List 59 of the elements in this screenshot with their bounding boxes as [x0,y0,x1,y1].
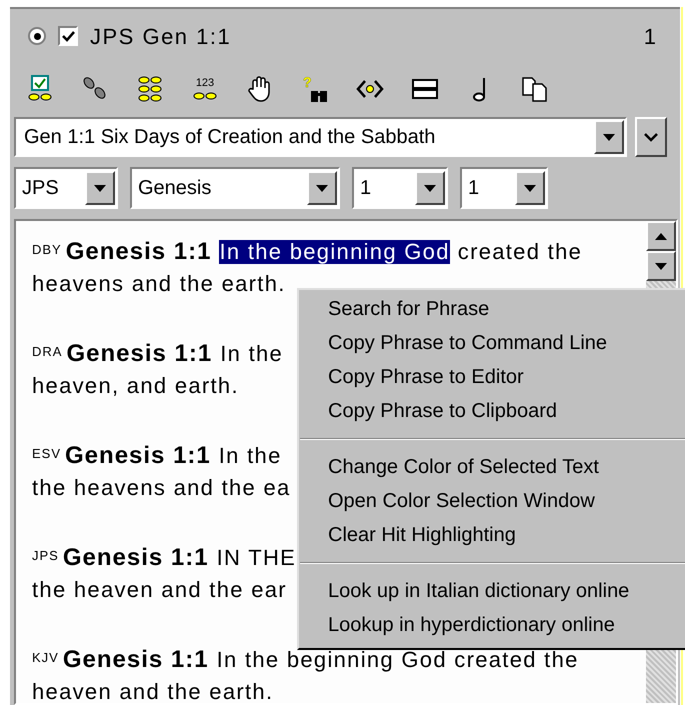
menu-item[interactable]: Open Color Selection Window [299,484,685,518]
verse-text: heaven, and earth. [32,374,239,398]
caret-down-icon [316,184,328,192]
version-label: DRA [32,343,62,361]
selector-combo[interactable]: 1 [352,167,448,209]
verse-reference: Genesis 1:1 [62,546,209,570]
copy-pages-icon[interactable] [521,75,549,103]
caret-up-icon [655,232,667,240]
caret-down-icon [94,184,106,192]
selected-text: In the beginning God [219,240,450,264]
chevron-down-icon [644,132,658,142]
dropdown-button[interactable] [415,171,445,205]
menu-item[interactable]: Copy Phrase to Command Line [299,326,685,360]
scroll-up-button[interactable] [646,221,676,251]
selector-combo[interactable]: Genesis [130,167,340,209]
menu-item[interactable]: Look up in Italian dictionary online [299,574,685,608]
menu-item[interactable]: Lookup in hyperdictionary online [299,608,685,642]
stacked-feet-icon[interactable] [136,75,164,103]
version-label: JPS [32,547,59,565]
verse-reference: Genesis 1:1 [65,444,211,468]
checked-box-feet-icon[interactable] [26,75,54,103]
caret-down-icon [603,134,615,140]
selector-combo[interactable]: 1 [460,167,548,209]
verse-text: the heavens and the ea [32,476,291,500]
menu-item[interactable]: Search for Phrase [299,292,685,326]
verse-text: In the [220,342,284,366]
verse-reference: Genesis 1:1 [66,240,212,264]
heading-combo[interactable]: Gen 1:1 Six Days of Creation and the Sabbath [14,117,627,157]
version-label: DBY [32,241,62,259]
menu-item[interactable]: Clear Hit Highlighting [299,518,685,552]
check-icon [62,30,74,42]
dropdown-button[interactable] [85,171,115,205]
menu-item[interactable]: Copy Phrase to Editor [299,360,685,394]
expand-button[interactable] [635,117,667,157]
verse-text: heavens and the earth. [32,272,286,296]
radio-button[interactable] [28,27,46,45]
verse-text: In the beginning God created the [216,648,579,672]
verse-reference: Genesis 1:1 [66,342,212,366]
verse-text: created the [458,240,582,264]
verse-text: IN THE [216,546,296,570]
pane-number: 1 [644,22,656,50]
verse-text: the heaven and the ear [32,578,287,602]
verse-reference: Genesis 1:1 [62,648,209,672]
menu-item[interactable]: Change Color of Selected Text [299,450,685,484]
verse-text: heaven and the earth. [32,680,274,703]
verse-text: In the [218,444,282,468]
caret-down-icon [424,184,436,192]
caret-down-icon [524,184,536,192]
version-label: KJV [32,649,59,667]
selector-combo[interactable]: JPS [14,167,118,209]
scroll-down-button[interactable] [646,251,676,281]
dropdown-button[interactable] [515,171,545,205]
pane-title: JPS Gen 1:1 [90,22,232,50]
checkbox[interactable] [58,26,78,46]
dropdown-button[interactable] [307,171,337,205]
version-label: ESV [32,445,62,463]
menu-item[interactable]: Copy Phrase to Clipboard [299,394,685,428]
dropdown-button[interactable] [594,120,624,154]
caret-down-icon [655,262,667,270]
